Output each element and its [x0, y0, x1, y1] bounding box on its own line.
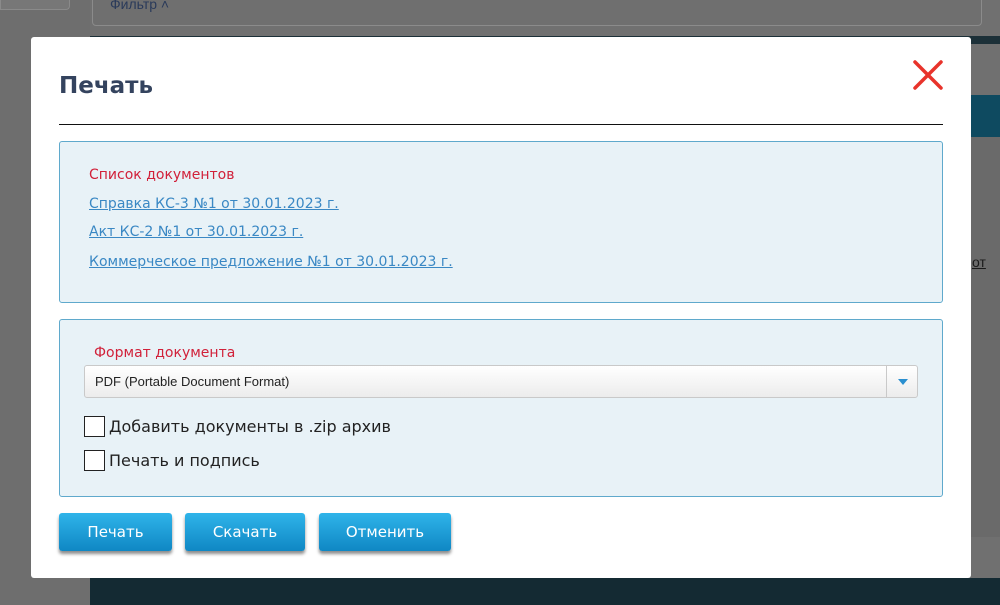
format-label: Формат документа	[94, 345, 236, 361]
document-link-ks2[interactable]: Акт КС-2 №1 от 30.01.2023 г.	[89, 224, 303, 240]
stamp-signature-label: Печать и подпись	[109, 450, 260, 470]
select-divider	[886, 366, 887, 397]
print-dialog: Печать Список документов Справка КС-3 №1…	[31, 37, 971, 578]
background-filter-label: Фильтр ˄	[110, 0, 170, 12]
background-footer	[90, 578, 1000, 605]
background-sidebar-box	[0, 0, 70, 10]
title-divider	[59, 124, 943, 125]
documents-panel: Список документов Справка КС-3 №1 от 30.…	[59, 141, 943, 303]
download-button[interactable]: Скачать	[185, 513, 305, 551]
documents-label: Список документов	[89, 167, 235, 183]
stamp-signature-checkbox[interactable]	[84, 449, 105, 471]
format-panel: Формат документа PDF (Portable Document …	[59, 319, 943, 497]
background-right-link: от	[972, 254, 986, 270]
background-filter-bar	[92, 0, 982, 26]
format-select[interactable]: PDF (Portable Document Format)	[84, 365, 918, 398]
document-link-ks3[interactable]: Справка КС-3 №1 от 30.01.2023 г.	[89, 196, 339, 212]
stamp-signature-option[interactable]: Печать и подпись	[84, 449, 260, 471]
close-icon[interactable]	[911, 58, 945, 92]
print-button[interactable]: Печать	[59, 513, 172, 551]
dialog-title: Печать	[59, 73, 154, 99]
chevron-down-icon[interactable]	[898, 379, 908, 385]
background-right-panel	[970, 137, 1000, 537]
document-link-commercial-offer[interactable]: Коммерческое предложение №1 от 30.01.202…	[89, 254, 453, 270]
format-select-value: PDF (Portable Document Format)	[95, 374, 290, 389]
zip-archive-label: Добавить документы в .zip архив	[109, 416, 391, 436]
cancel-button[interactable]: Отменить	[319, 513, 451, 551]
zip-archive-checkbox[interactable]	[84, 415, 105, 437]
background-teal-block	[970, 95, 1000, 137]
zip-archive-option[interactable]: Добавить документы в .zip архив	[84, 415, 391, 437]
